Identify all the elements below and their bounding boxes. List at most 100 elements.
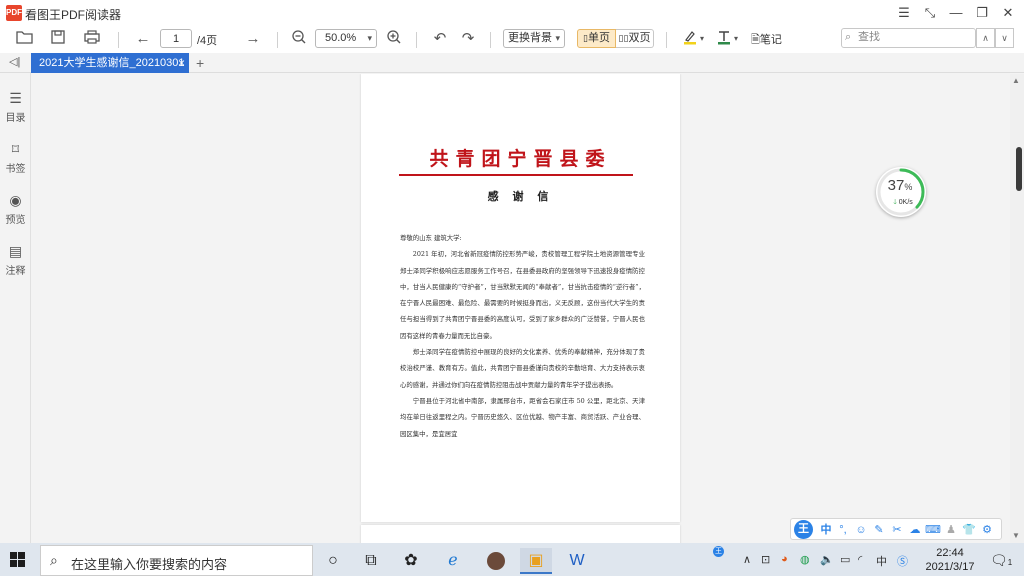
- close-icon[interactable]: ×: [178, 53, 185, 73]
- document-org-title: 共青团宁晋县委: [429, 148, 612, 170]
- keyboard-icon[interactable]: ⌨: [925, 521, 941, 539]
- avatar-app-icon[interactable]: [480, 548, 512, 574]
- document-body: 尊敬的山东 建筑大学: 2021 年初，河北省新冠疫情防控形势严峻，贵校管理工程…: [400, 230, 645, 442]
- tab-document[interactable]: 2021大学生感谢信_20210301 ×: [31, 53, 189, 73]
- ime-logo-icon[interactable]: 王: [794, 520, 813, 539]
- zoom-out-icon[interactable]: [289, 29, 309, 49]
- system-clock[interactable]: 22:44 2021/3/17: [918, 546, 982, 574]
- skin-icon[interactable]: 👕: [961, 521, 977, 539]
- background-select[interactable]: 更换背景 ▾: [503, 29, 565, 48]
- task-view-icon[interactable]: ⧉: [355, 548, 387, 574]
- chevron-down-icon[interactable]: ▾: [700, 34, 704, 43]
- app-flower-icon[interactable]: ✿: [395, 548, 427, 574]
- document-heading: 感 谢 信: [487, 190, 554, 203]
- sidebar-item-label: 目录: [5, 113, 26, 124]
- chevron-down-icon: ▾: [367, 33, 372, 43]
- toolbar-divider: [666, 32, 667, 48]
- scrollbar-thumb[interactable]: [1016, 147, 1022, 191]
- wifi-icon[interactable]: ◜: [858, 553, 862, 566]
- chevron-down-icon[interactable]: ▾: [734, 34, 738, 43]
- search-icon: ⌕: [50, 552, 58, 568]
- settings-icon[interactable]: ⚙: [979, 521, 995, 539]
- paragraph: 郑士泽同学在疫情防控中展现的良好的文化素养、优秀的奉献精神，充分体现了贵校治校严…: [400, 348, 645, 389]
- bookmark-icon: ⌑: [11, 141, 20, 157]
- zoom-in-icon[interactable]: [384, 29, 404, 49]
- search-box[interactable]: ⌕: [841, 28, 976, 48]
- save-icon[interactable]: [48, 29, 68, 49]
- notification-icon[interactable]: 🗨1: [990, 552, 1012, 569]
- battery-icon[interactable]: ▭: [840, 553, 850, 566]
- prev-page-icon[interactable]: ←: [133, 29, 153, 49]
- user-icon[interactable]: ♟: [943, 521, 959, 539]
- ime-tray-badge-icon[interactable]: 王: [713, 546, 724, 557]
- start-windows-icon[interactable]: [10, 552, 26, 568]
- scroll-down-icon[interactable]: ▼: [1012, 531, 1020, 540]
- note-icon: 🗎: [751, 34, 760, 46]
- fullscreen-icon[interactable]: ⤡: [918, 3, 942, 23]
- emoji-icon[interactable]: ☺: [853, 521, 869, 539]
- page-number-input[interactable]: [160, 29, 192, 48]
- ime-tray-icon[interactable]: Ⓢ: [897, 553, 908, 569]
- sidebar-item-preview[interactable]: ◉ 预览: [2, 192, 29, 226]
- notification-count: 1: [1007, 558, 1013, 567]
- text-color-icon[interactable]: [714, 29, 734, 49]
- chevron-up-icon[interactable]: ∧: [743, 553, 751, 566]
- notes-label: 笔记: [759, 34, 782, 46]
- zoom-select[interactable]: 50.0% ▾: [315, 29, 377, 48]
- tray-shield-icon[interactable]: ◍: [800, 553, 810, 566]
- ime-tray-mode[interactable]: 中: [876, 553, 887, 569]
- tray-app-icon[interactable]: ⊡: [761, 553, 770, 566]
- zoom-value: 50.0%: [325, 32, 357, 44]
- sidebar-item-bookmark[interactable]: ⌑ 书签: [2, 141, 29, 175]
- search-prev-button[interactable]: ∧: [976, 28, 995, 48]
- paragraph: 2021 年初，河北省新冠疫情防控形势严峻，贵校管理工程学院土地资源管理专业郑士…: [400, 250, 645, 340]
- print-icon[interactable]: [82, 29, 102, 49]
- cortana-icon[interactable]: ○: [317, 548, 349, 574]
- pen-icon[interactable]: ✎: [871, 521, 887, 539]
- new-tab-button[interactable]: +: [196, 55, 204, 71]
- punctuation-icon[interactable]: °,: [835, 521, 851, 539]
- qq-icon[interactable]: ◕: [781, 553, 788, 565]
- volume-icon[interactable]: 🔈: [820, 553, 834, 566]
- sidebar-item-annotation[interactable]: ▤ 注释: [2, 243, 29, 277]
- list-icon: ☰: [9, 90, 22, 106]
- rotate-left-icon[interactable]: ↶: [430, 29, 450, 49]
- close-button[interactable]: ✕: [996, 3, 1020, 23]
- minimize-button[interactable]: —: [944, 3, 968, 23]
- sidebar-item-label: 书签: [5, 164, 26, 175]
- collapse-sidebar-icon[interactable]: ◁|: [9, 55, 20, 68]
- open-file-icon[interactable]: [15, 29, 35, 49]
- double-page-button[interactable]: ▯▯双页: [616, 29, 654, 48]
- search-input[interactable]: [858, 31, 968, 43]
- ime-mode[interactable]: 中: [818, 521, 834, 539]
- single-page-button[interactable]: ▯单页: [577, 29, 616, 48]
- scissors-icon[interactable]: ✂: [889, 521, 905, 539]
- network-speed-widget[interactable]: 37% 🡓 0K/s: [876, 167, 926, 217]
- ime-toolbar[interactable]: 王 中 °, ☺ ✎ ✂ ☁ ⌨ ♟ 👕 ⚙: [790, 518, 1002, 540]
- pdf-reader-taskbar-icon[interactable]: ▣: [520, 548, 552, 574]
- search-next-button[interactable]: ∨: [995, 28, 1014, 48]
- salutation: 尊敬的山东 建筑大学:: [400, 234, 462, 242]
- notes-button[interactable]: 🗎笔记: [751, 31, 782, 50]
- next-page-icon[interactable]: →: [243, 29, 263, 49]
- eye-icon: ◉: [9, 192, 22, 208]
- ie-browser-icon[interactable]: ℯ: [437, 548, 469, 574]
- pdf-page: 共青团宁晋县委 感 谢 信 尊敬的山东 建筑大学: 2021 年初，河北省新冠疫…: [361, 74, 680, 522]
- app-logo-icon: PDF: [6, 5, 22, 21]
- scrollbar[interactable]: [1010, 74, 1024, 543]
- sidebar-item-toc[interactable]: ☰ 目录: [2, 90, 29, 124]
- rotate-right-icon[interactable]: ↷: [458, 29, 478, 49]
- clock-time: 22:44: [936, 547, 964, 559]
- maximize-button[interactable]: ❐: [970, 3, 994, 23]
- wps-icon[interactable]: W: [561, 548, 593, 574]
- taskbar-search[interactable]: ⌕ 在这里输入你要搜索的内容: [40, 545, 313, 576]
- document-viewer[interactable]: 共青团宁晋县委 感 谢 信 尊敬的山东 建筑大学: 2021 年初，河北省新冠疫…: [32, 74, 1010, 543]
- menu-icon[interactable]: ☰: [892, 3, 916, 23]
- scroll-up-icon[interactable]: ▲: [1012, 76, 1020, 85]
- highlighter-icon[interactable]: [680, 29, 700, 49]
- taskbar-search-placeholder: 在这里输入你要搜索的内容: [71, 557, 228, 572]
- speed-rate: 🡓 0K/s: [893, 199, 913, 206]
- cloud-icon[interactable]: ☁: [907, 521, 923, 539]
- toolbar-divider: [118, 32, 119, 48]
- chevron-down-icon: ▾: [555, 33, 560, 43]
